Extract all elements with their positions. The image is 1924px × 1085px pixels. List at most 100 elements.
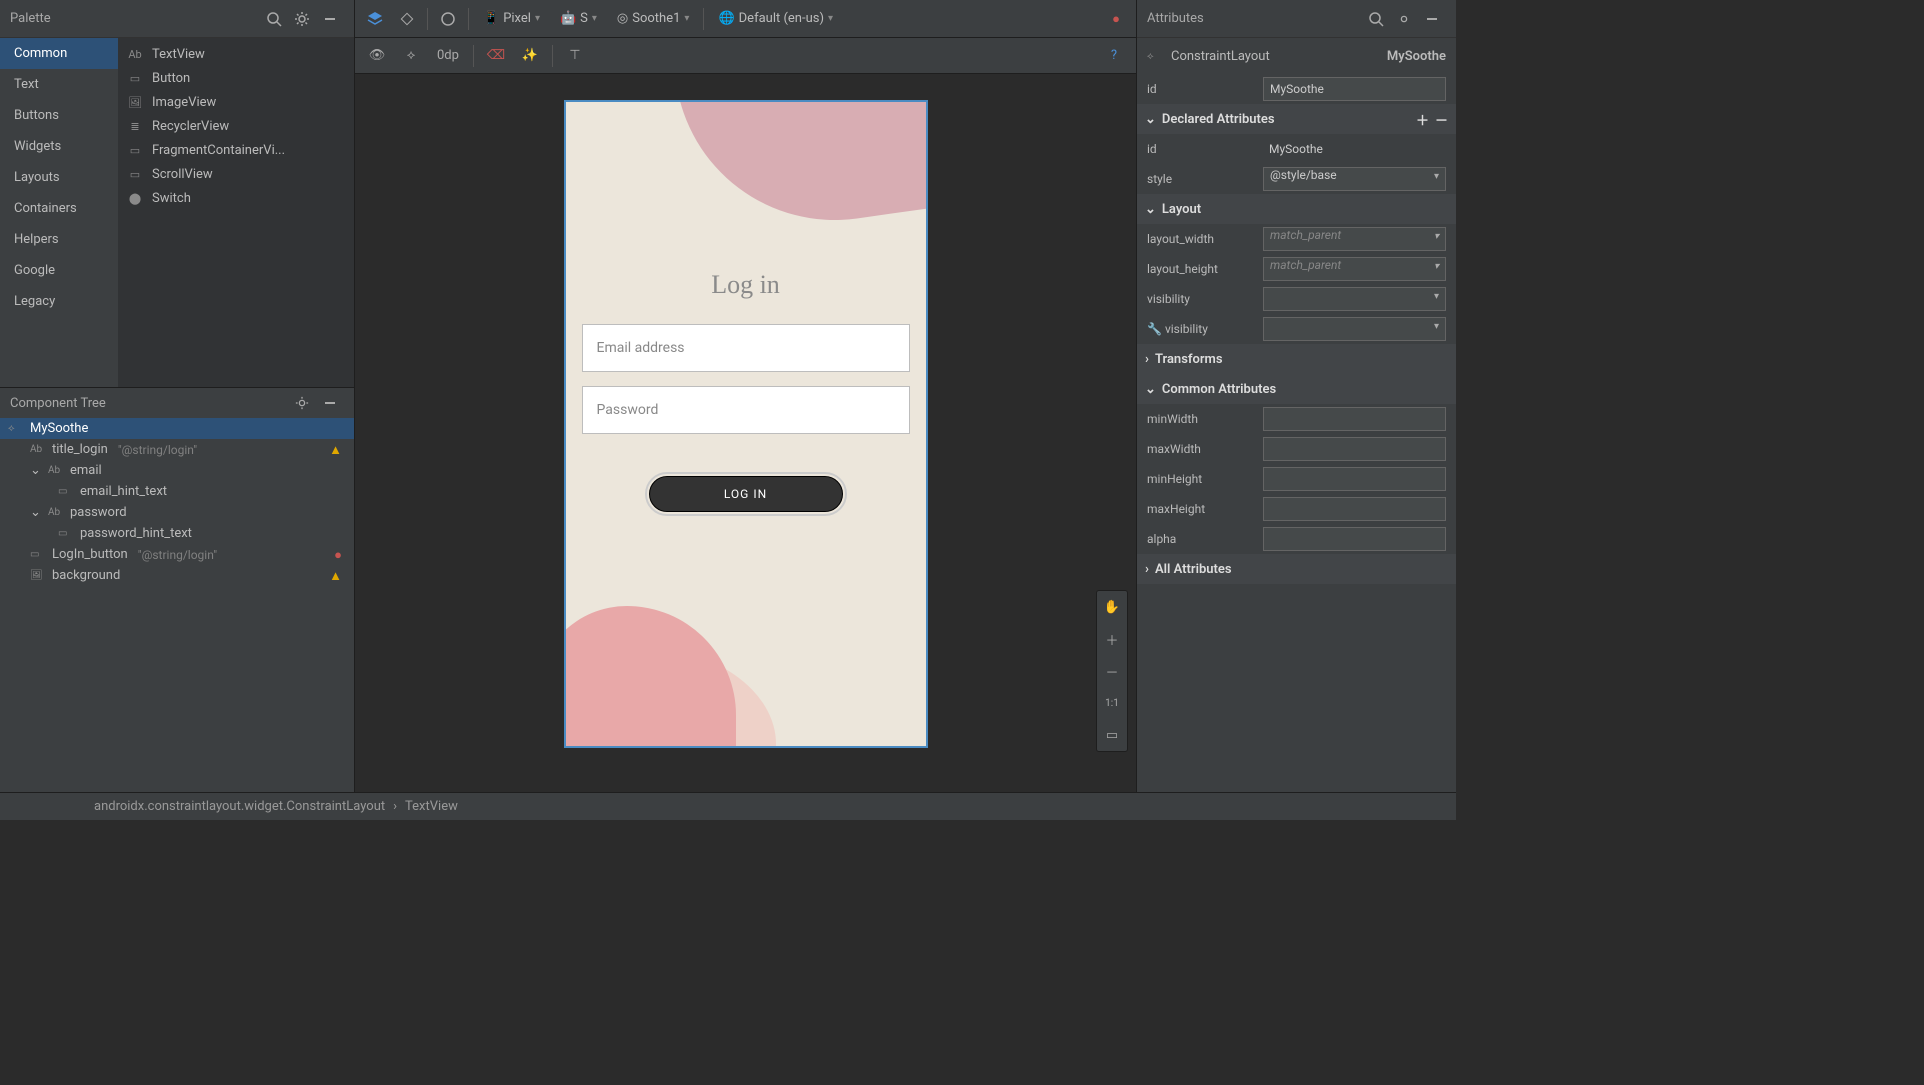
constraint-icon[interactable]: ⟡: [397, 42, 425, 70]
attr-visibility[interactable]: [1263, 287, 1446, 311]
component-tree-header: Component Tree: [0, 388, 354, 418]
attr-style-dropdown[interactable]: @style/base: [1263, 167, 1446, 191]
chevron-down-icon[interactable]: ⌄: [30, 505, 44, 520]
diamond-icon[interactable]: [393, 5, 421, 33]
palette-title: Palette: [10, 11, 260, 26]
textview-icon: Ab: [126, 46, 144, 62]
tree-login-button[interactable]: ▭ LogIn_button "@string/login" ●: [0, 544, 354, 565]
tree-title-login[interactable]: Ab title_login "@string/login" ▲: [0, 439, 354, 460]
lens-icon[interactable]: [434, 5, 462, 33]
error-badge-icon[interactable]: ●: [1102, 5, 1130, 33]
api-dropdown[interactable]: 🤖S▾: [552, 5, 605, 33]
minimize-icon[interactable]: [1418, 5, 1446, 33]
category-helpers[interactable]: Helpers: [0, 224, 118, 255]
breadcrumb: androidx.constraintlayout.widget.Constra…: [0, 792, 1456, 820]
attr-maxwidth[interactable]: [1263, 437, 1446, 461]
attr-minwidth[interactable]: [1263, 407, 1446, 431]
tree-title: Component Tree: [10, 396, 288, 411]
widget-scrollview[interactable]: ▭ScrollView: [118, 162, 354, 186]
button-icon: ▭: [30, 549, 48, 560]
widget-textview[interactable]: AbTextView: [118, 42, 354, 66]
layers-icon[interactable]: [361, 5, 389, 33]
widget-switch[interactable]: ⬤Switch: [118, 186, 354, 210]
clear-constraints-icon[interactable]: ⌫: [482, 42, 510, 70]
attr-minheight[interactable]: [1263, 467, 1446, 491]
remove-icon[interactable]: －: [1435, 110, 1448, 129]
tree-email[interactable]: ⌄ Ab email: [0, 460, 354, 481]
design-canvas[interactable]: 👁 ⟡ 0dp ⌫ ✨ ⊤ ? Log in Email address Pas…: [355, 38, 1136, 792]
warning-icon[interactable]: ▲: [329, 442, 342, 458]
gear-icon[interactable]: [288, 5, 316, 33]
category-text[interactable]: Text: [0, 69, 118, 100]
password-field[interactable]: Password: [582, 386, 910, 434]
minimize-icon[interactable]: [316, 5, 344, 33]
breadcrumb-segment[interactable]: androidx.constraintlayout.widget.Constra…: [94, 799, 385, 814]
attr-visibility-tools[interactable]: [1263, 317, 1446, 341]
locale-dropdown[interactable]: 🌐Default (en-us)▾: [710, 5, 841, 33]
tree-background[interactable]: 🖼 background ▲: [0, 565, 354, 586]
device-preview[interactable]: Log in Email address Password LOG IN: [564, 100, 928, 748]
tree-email-hint[interactable]: ▭ email_hint_text: [0, 481, 354, 502]
design-topbar: 📱Pixel▾ 🤖S▾ ◎Soothe1▾ 🌐Default (en-us)▾ …: [355, 0, 1136, 38]
help-icon[interactable]: ?: [1100, 42, 1128, 70]
zoom-in-icon[interactable]: ＋: [1097, 623, 1127, 655]
warning-icon[interactable]: ▲: [329, 568, 342, 584]
widget-recyclerview[interactable]: ≣RecyclerView: [118, 114, 354, 138]
minimize-icon[interactable]: [316, 389, 344, 417]
zoom-1to1-icon[interactable]: 1:1: [1097, 687, 1127, 719]
widget-imageview[interactable]: 🖼ImageView: [118, 90, 354, 114]
theme-dropdown[interactable]: ◎Soothe1▾: [609, 5, 698, 33]
login-title-text[interactable]: Log in: [711, 270, 780, 300]
align-icon[interactable]: ⊤: [561, 42, 589, 70]
attr-value[interactable]: MySoothe: [1263, 137, 1446, 161]
tree-password-hint[interactable]: ▭ password_hint_text: [0, 523, 354, 544]
decor-wave-bottom: [564, 606, 736, 748]
section-layout[interactable]: ⌄ Layout: [1137, 194, 1456, 224]
login-button[interactable]: LOG IN: [649, 476, 843, 512]
attr-layout-width[interactable]: match_parent: [1263, 227, 1446, 251]
tree-node-name: email: [70, 463, 102, 478]
gear-icon[interactable]: [1390, 5, 1418, 33]
attr-layout-height[interactable]: match_parent: [1263, 257, 1446, 281]
eye-icon[interactable]: 👁: [363, 42, 391, 70]
tree-password[interactable]: ⌄ Ab password: [0, 502, 354, 523]
email-field[interactable]: Email address: [582, 324, 910, 372]
widget-fragmentcontainer[interactable]: ▭FragmentContainerVi...: [118, 138, 354, 162]
magic-wand-icon[interactable]: ✨: [516, 42, 544, 70]
section-transforms[interactable]: › Transforms: [1137, 344, 1456, 374]
attr-alpha[interactable]: [1263, 527, 1446, 551]
attr-id-input[interactable]: [1263, 77, 1446, 101]
category-widgets[interactable]: Widgets: [0, 131, 118, 162]
device-dropdown[interactable]: 📱Pixel▾: [475, 5, 548, 33]
breadcrumb-segment[interactable]: TextView: [405, 799, 458, 814]
category-layouts[interactable]: Layouts: [0, 162, 118, 193]
attr-maxheight[interactable]: [1263, 497, 1446, 521]
category-legacy[interactable]: Legacy: [0, 286, 118, 317]
section-label: Transforms: [1155, 352, 1223, 367]
widget-button[interactable]: ▭Button: [118, 66, 354, 90]
search-icon[interactable]: [260, 5, 288, 33]
attr-objname: MySoothe: [1387, 49, 1446, 64]
category-containers[interactable]: Containers: [0, 193, 118, 224]
category-google[interactable]: Google: [0, 255, 118, 286]
section-common[interactable]: ⌄ Common Attributes: [1137, 374, 1456, 404]
locale-label: Default (en-us): [739, 11, 824, 26]
attr-label: maxHeight: [1147, 502, 1257, 516]
chevron-down-icon[interactable]: ⌄: [30, 463, 44, 478]
search-icon[interactable]: [1362, 5, 1390, 33]
error-icon[interactable]: ●: [334, 547, 342, 563]
tree-node-name: MySoothe: [30, 421, 88, 436]
chevron-down-icon: ⌄: [1145, 202, 1156, 217]
category-buttons[interactable]: Buttons: [0, 100, 118, 131]
palette-widget-list: AbTextView ▭Button 🖼ImageView ≣RecyclerV…: [118, 38, 354, 387]
zoom-fit-icon[interactable]: ▭: [1097, 719, 1127, 751]
add-icon[interactable]: ＋: [1416, 110, 1429, 129]
section-all[interactable]: › All Attributes: [1137, 554, 1456, 584]
tree-root[interactable]: ⟡ MySoothe: [0, 418, 354, 439]
zoom-out-icon[interactable]: －: [1097, 655, 1127, 687]
image-icon: 🖼: [30, 570, 48, 581]
pan-icon[interactable]: ✋: [1097, 591, 1127, 623]
gear-icon[interactable]: [288, 389, 316, 417]
category-common[interactable]: Common: [0, 38, 118, 69]
section-declared[interactable]: ⌄ Declared Attributes ＋ －: [1137, 104, 1456, 134]
